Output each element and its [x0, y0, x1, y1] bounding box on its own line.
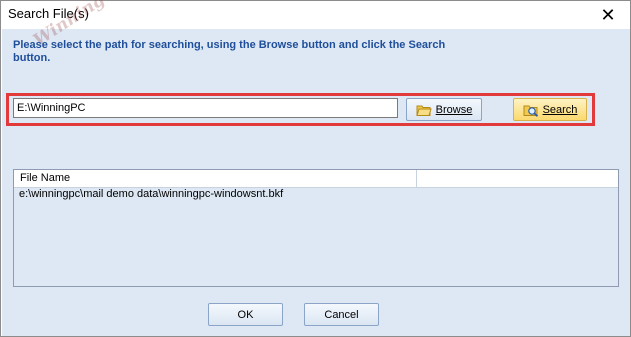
folder-icon — [415, 105, 432, 116]
search-label: Search — [542, 103, 578, 116]
results-header: File Name — [14, 170, 618, 188]
search-files-dialog: Search File(s) ✕ WinningPC Please select… — [0, 0, 631, 337]
title-bar: Search File(s) ✕ — [1, 1, 630, 29]
column-divider[interactable] — [416, 170, 417, 187]
browse-label: Browse — [435, 103, 473, 116]
ok-label: OK — [237, 308, 254, 321]
list-item[interactable]: e:\winningpc\mail demo data\winningpc-wi… — [14, 188, 416, 202]
results-list[interactable]: File Name e:\winningpc\mail demo data\wi… — [13, 169, 619, 287]
path-input[interactable] — [13, 98, 398, 118]
cancel-button[interactable]: Cancel — [304, 303, 379, 326]
instruction-text: Please select the path for searching, us… — [13, 39, 446, 64]
ok-button[interactable]: OK — [208, 303, 283, 326]
column-file-name[interactable]: File Name — [20, 172, 70, 186]
browse-button[interactable]: Browse — [406, 98, 482, 121]
close-button[interactable]: ✕ — [586, 1, 630, 29]
window-title: Search File(s) — [8, 6, 89, 21]
cancel-label: Cancel — [324, 308, 359, 321]
close-icon: ✕ — [600, 4, 616, 25]
search-folder-icon — [523, 105, 538, 117]
search-button[interactable]: Search — [513, 98, 587, 121]
dialog-body: WinningPC Please select the path for sea… — [2, 0, 630, 336]
